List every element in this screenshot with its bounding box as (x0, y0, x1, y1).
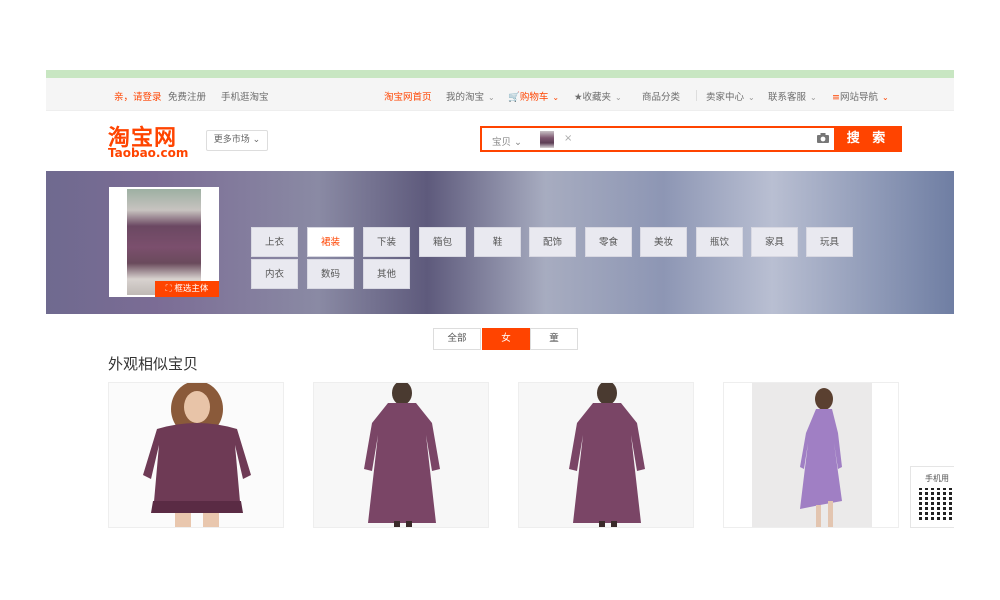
crop-subject-label: 框选主体 (174, 284, 209, 294)
query-photo (127, 189, 201, 295)
chevron-down-icon: ⌄ (514, 137, 523, 148)
product-image (109, 383, 283, 527)
mobile-qr-label: 手机用 (925, 474, 949, 483)
contact-menu[interactable]: 联系客服 ⌄ (768, 89, 817, 103)
cart-icon: 🛒 (508, 92, 520, 103)
seller-center-menu[interactable]: 卖家中心 ⌄ (706, 89, 755, 103)
chevron-down-icon: ⌄ (615, 93, 622, 102)
filter-all[interactable]: 全部 (433, 328, 481, 350)
product-image (724, 383, 898, 527)
category-drinks[interactable]: 瓶饮 (696, 227, 743, 257)
category-accessories[interactable]: 配饰 (529, 227, 576, 257)
category-bottoms[interactable]: 下装 (363, 227, 410, 257)
cart-label: 购物车 (519, 92, 549, 103)
crop-subject-button[interactable]: ⛶ 框选主体 (155, 281, 219, 297)
search-type-label: 宝贝 (492, 137, 512, 148)
favorites-menu[interactable]: ★收藏夹 ⌄ (574, 89, 622, 103)
mobile-qr-widget[interactable]: 手机用 (910, 466, 954, 528)
taobao-logo-en[interactable]: Taobao.com (108, 146, 188, 160)
more-market-dropdown[interactable]: 更多市场 ⌄ (206, 130, 268, 151)
home-link[interactable]: 淘宝网首页 (384, 89, 432, 103)
crop-icon: ⛶ (165, 284, 172, 294)
category-snacks[interactable]: 零食 (585, 227, 632, 257)
my-taobao-menu[interactable]: 我的淘宝 ⌄ (446, 89, 495, 103)
category-top[interactable]: 上衣 (251, 227, 298, 257)
filter-female[interactable]: 女 (482, 328, 530, 350)
chevron-down-icon: ⌄ (552, 93, 560, 102)
query-image-box: ⛶ 框选主体 (109, 187, 219, 297)
product-card[interactable] (108, 382, 284, 528)
category-beauty[interactable]: 美妆 (640, 227, 687, 257)
favorites-label: 收藏夹 (582, 92, 612, 103)
register-link[interactable]: 免费注册 (168, 89, 206, 103)
search-type-dropdown[interactable]: 宝贝 ⌄ (492, 134, 522, 148)
browser-page: 亲，请登录 免费注册 手机逛淘宝 淘宝网首页 我的淘宝 ⌄ 🛒购物车 ⌄ ★收藏夹 ⌄… (46, 70, 954, 528)
divider (696, 90, 697, 101)
site-nav-menu[interactable]: ≡网站导航 ⌄ (832, 89, 889, 103)
more-market-label: 更多市场 (213, 135, 250, 145)
star-icon: ★ (574, 92, 583, 103)
product-image (314, 383, 488, 527)
search-box: 宝贝 ⌄ × (480, 126, 834, 152)
filter-child[interactable]: 童 (530, 328, 578, 350)
login-link[interactable]: 亲，请登录 (114, 89, 162, 103)
category-furniture[interactable]: 家具 (751, 227, 798, 257)
chevron-down-icon: ⌄ (488, 93, 495, 102)
image-search-banner: ⛶ 框选主体 上衣 裙装 下装 箱包 鞋 配饰 零食 美妆 瓶饮 家具 玩具 内… (46, 171, 954, 314)
search-input[interactable] (582, 130, 806, 150)
uploaded-image-thumbnail (540, 131, 554, 148)
seller-center-label: 卖家中心 (706, 92, 745, 103)
chevron-down-icon: ⌄ (252, 135, 261, 145)
camera-icon[interactable] (816, 132, 830, 144)
chevron-down-icon: ⌄ (810, 93, 817, 102)
chevron-down-icon: ⌄ (748, 93, 755, 102)
list-icon: ≡ (832, 92, 840, 103)
category-toys[interactable]: 玩具 (806, 227, 853, 257)
categories-link[interactable]: 商品分类 (642, 89, 680, 103)
product-image (519, 383, 693, 527)
category-underwear[interactable]: 内衣 (251, 259, 298, 289)
my-taobao-label: 我的淘宝 (446, 92, 485, 103)
chevron-down-icon: ⌄ (881, 93, 889, 102)
qr-code-icon (919, 488, 953, 522)
mobile-taobao-link[interactable]: 手机逛淘宝 (221, 89, 269, 103)
search-button[interactable]: 搜 索 (834, 126, 902, 152)
section-title: 外观相似宝贝 (108, 355, 199, 373)
site-nav-label: 网站导航 (839, 92, 878, 103)
product-card[interactable] (518, 382, 694, 528)
category-bags[interactable]: 箱包 (419, 227, 466, 257)
product-card[interactable] (723, 382, 899, 528)
cart-menu[interactable]: 🛒购物车 ⌄ (508, 89, 559, 103)
category-other[interactable]: 其他 (363, 259, 410, 289)
category-digital[interactable]: 数码 (307, 259, 354, 289)
site-top-bar: 亲，请登录 免费注册 手机逛淘宝 淘宝网首页 我的淘宝 ⌄ 🛒购物车 ⌄ ★收藏夹 ⌄… (46, 78, 954, 111)
category-dress[interactable]: 裙装 (307, 227, 354, 257)
close-icon[interactable]: × (564, 133, 572, 144)
contact-label: 联系客服 (768, 92, 807, 103)
browser-bar-edge (46, 70, 954, 78)
category-shoes[interactable]: 鞋 (474, 227, 521, 257)
product-card[interactable] (313, 382, 489, 528)
